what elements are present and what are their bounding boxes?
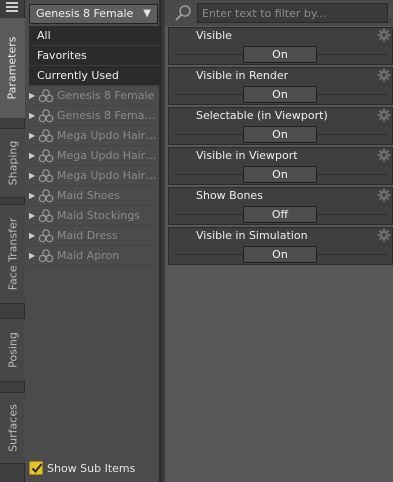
expand-arrow-icon[interactable]: ▶: [29, 86, 35, 105]
property-row: Visible in Viewport On: [168, 147, 393, 185]
property-name: Show Bones: [196, 189, 263, 202]
figure-node-icon: [38, 189, 54, 203]
node-item-label: Maid Stockings: [57, 209, 140, 222]
filter-favorites[interactable]: Favorites: [29, 46, 162, 66]
search-icon[interactable]: [173, 4, 193, 22]
node-item[interactable]: ▶ Maid Apron: [25, 246, 158, 266]
property-toggle[interactable]: Off: [243, 206, 317, 223]
node-item-label: Mega Updo Hair B...: [57, 129, 157, 142]
tab-surfaces-label: Surfaces: [6, 404, 19, 452]
tab-parameters-label: Parameters: [5, 36, 19, 100]
filter-bar: [165, 0, 393, 26]
node-item-label: Genesis 8 Female ...: [57, 109, 157, 122]
gear-icon[interactable]: [377, 28, 391, 42]
panel-menu-icon[interactable]: [2, 2, 22, 14]
gear-icon[interactable]: [377, 148, 391, 162]
figure-node-icon: [38, 249, 54, 263]
figure-node-icon: [38, 169, 54, 183]
property-row: Selectable (in Viewport) On: [168, 107, 393, 145]
expand-arrow-icon[interactable]: ▶: [29, 226, 35, 245]
figure-node-icon: [38, 149, 54, 163]
property-name: Visible in Simulation: [196, 229, 308, 242]
gear-icon[interactable]: [377, 68, 391, 82]
node-item[interactable]: ▶ Maid Stockings: [25, 206, 158, 226]
tab-face-transfer-label: Face Transfer: [6, 217, 19, 291]
filter-input[interactable]: [197, 3, 388, 23]
tab-surfaces[interactable]: Surfaces: [0, 392, 25, 464]
tab-parameters[interactable]: Parameters: [0, 18, 25, 118]
expand-arrow-icon[interactable]: ▶: [29, 106, 35, 125]
tab-posing[interactable]: Posing: [0, 318, 25, 382]
node-item-label: Maid Apron: [57, 249, 120, 262]
property-toggle[interactable]: On: [243, 86, 317, 103]
filter-all[interactable]: All: [29, 26, 162, 46]
tab-shaping[interactable]: Shaping: [0, 128, 25, 198]
node-item-label: Maid Dress: [57, 229, 118, 242]
checkbox-checked-icon[interactable]: [29, 461, 43, 475]
property-toggle[interactable]: On: [243, 246, 317, 263]
figure-node-icon: [38, 129, 54, 143]
expand-arrow-icon[interactable]: ▶: [29, 206, 35, 225]
node-item[interactable]: ▶ Genesis 8 Female ...: [25, 106, 158, 126]
gear-icon[interactable]: [377, 108, 391, 122]
property-toggle[interactable]: On: [243, 126, 317, 143]
property-row: Visible in Simulation On: [168, 227, 393, 265]
expand-arrow-icon[interactable]: ▶: [29, 186, 35, 205]
tab-posing-label: Posing: [6, 332, 19, 368]
figure-node-icon: [38, 89, 54, 103]
expand-arrow-icon[interactable]: ▶: [29, 146, 35, 165]
vertical-tab-strip: Parameters Shaping Face Transfer Posing …: [0, 0, 25, 482]
property-toggle[interactable]: On: [243, 46, 317, 63]
property-name: Visible in Render: [196, 69, 289, 82]
node-item[interactable]: ▶ Maid Shoes: [25, 186, 158, 206]
property-row: Show Bones Off: [168, 187, 393, 225]
show-sub-items-label: Show Sub Items: [47, 462, 136, 475]
tab-face-transfer[interactable]: Face Transfer: [0, 204, 25, 304]
filter-currently-used[interactable]: Currently Used: [29, 66, 162, 86]
node-item-label: Genesis 8 Female: [57, 89, 155, 102]
tab-shaping-label: Shaping: [6, 140, 19, 186]
property-toggle[interactable]: On: [243, 166, 317, 183]
expand-arrow-icon[interactable]: ▶: [29, 126, 35, 145]
expand-arrow-icon[interactable]: ▶: [29, 166, 35, 185]
figure-node-icon: [38, 109, 54, 123]
property-row: Visible in Render On: [168, 67, 393, 105]
figure-node-icon: [38, 209, 54, 223]
gear-icon[interactable]: [377, 188, 391, 202]
node-list-panel: Genesis 8 Female ▼ All Favorites Current…: [25, 0, 162, 482]
node-item[interactable]: ▶ Maid Dress: [25, 226, 158, 246]
figure-node-icon: [38, 229, 54, 243]
node-item-label: Mega Updo Hair B...: [57, 169, 157, 182]
node-item[interactable]: ▶ Mega Updo Hair B...: [25, 146, 158, 166]
node-item[interactable]: ▶ Mega Updo Hair B...: [25, 166, 158, 186]
properties-panel: VisibleOnVisible in RenderOnSelectable (…: [165, 0, 393, 482]
node-item-label: Maid Shoes: [57, 189, 120, 202]
node-item-label: Mega Updo Hair B...: [57, 149, 157, 162]
expand-arrow-icon[interactable]: ▶: [29, 246, 35, 265]
property-name: Selectable (in Viewport): [196, 109, 328, 122]
property-name: Visible: [196, 29, 232, 42]
node-item[interactable]: ▶ Genesis 8 Female: [25, 86, 158, 106]
figure-dropdown-value: Genesis 8 Female: [36, 7, 134, 20]
node-item[interactable]: ▶ Mega Updo Hair B...: [25, 126, 158, 146]
chevron-down-icon: ▼: [143, 8, 151, 19]
property-name: Visible in Viewport: [196, 149, 298, 162]
figure-dropdown[interactable]: Genesis 8 Female ▼: [29, 4, 158, 24]
gear-icon[interactable]: [377, 228, 391, 242]
property-row: Visible On: [168, 27, 393, 65]
